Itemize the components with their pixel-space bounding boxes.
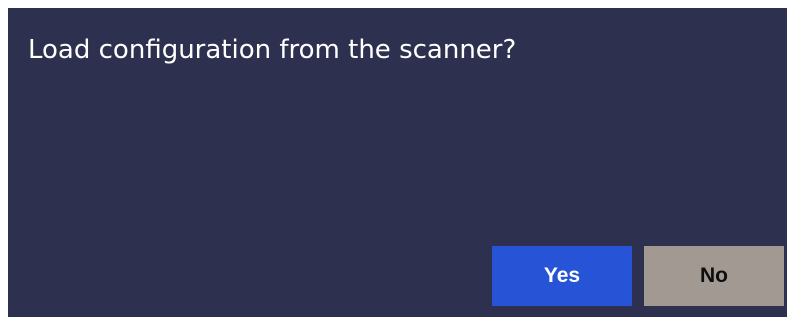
dialog-message: Load configuration from the scanner? [28,35,517,65]
confirmation-dialog: Load configuration from the scanner? Yes… [8,8,787,317]
yes-button[interactable]: Yes [492,246,632,306]
no-button[interactable]: No [644,246,784,306]
